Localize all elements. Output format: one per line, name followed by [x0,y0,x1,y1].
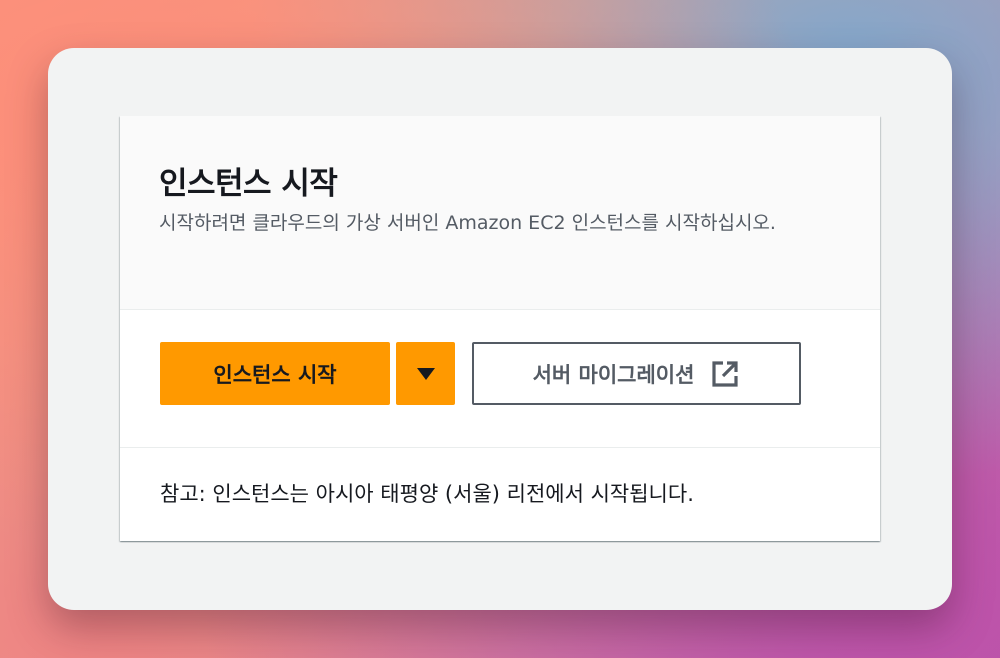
server-migration-label: 서버 마이그레이션 [532,362,695,387]
launch-instance-label: 인스턴스 시작 [213,362,337,387]
region-note: 참고: 인스턴스는 아시아 태평양 (서울) 리전에서 시작됩니다. [160,482,694,506]
card-header: 인스턴스 시작 시작하려면 클라우드의 가상 서버인 Amazon EC2 인스… [120,116,880,310]
launch-instance-button[interactable]: 인스턴스 시작 [160,342,390,405]
launch-instance-card: 인스턴스 시작 시작하려면 클라우드의 가상 서버인 Amazon EC2 인스… [120,116,880,541]
card-title: 인스턴스 시작 [159,166,338,202]
action-bar: 인스턴스 시작 서버 마이그레이션 [120,310,880,448]
server-migration-button[interactable]: 서버 마이그레이션 [472,342,801,405]
app-window: 인스턴스 시작 시작하려면 클라우드의 가상 서버인 Amazon EC2 인스… [48,48,952,610]
launch-options-dropdown-button[interactable] [396,342,455,405]
caret-down-icon [416,367,436,381]
external-link-icon [710,359,740,389]
card-footer: 참고: 인스턴스는 아시아 태평양 (서울) 리전에서 시작됩니다. [120,448,880,541]
card-description: 시작하려면 클라우드의 가상 서버인 Amazon EC2 인스턴스를 시작하십… [159,212,776,234]
